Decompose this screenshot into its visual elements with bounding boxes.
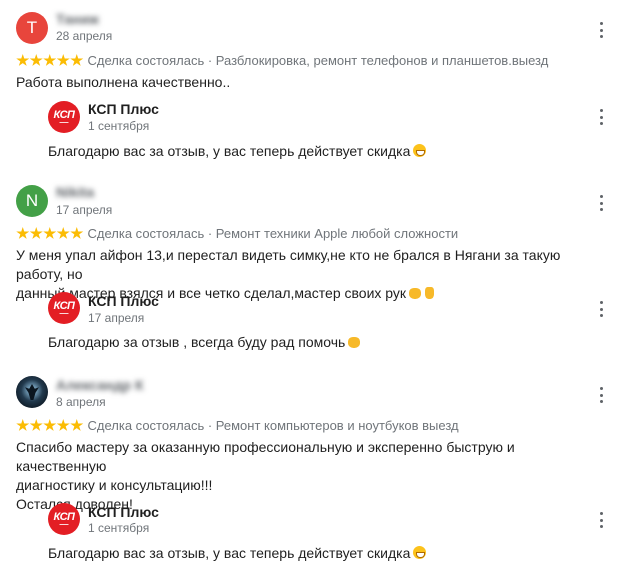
reply-more-options-icon[interactable] xyxy=(598,512,604,528)
review-text-line: Работа выполнена качественно.. xyxy=(16,74,231,90)
grinning-face-icon xyxy=(413,144,427,157)
business-logo[interactable]: КСП ▬▬▬ xyxy=(48,503,80,535)
review-text-line: Спасибо мастеру за оказанную профессиона… xyxy=(16,439,515,474)
star-icon xyxy=(56,419,70,431)
review-text-line: У меня упал айфон 13,и перестал видеть с… xyxy=(16,247,561,282)
separator-dot: · xyxy=(204,226,216,241)
star-icon xyxy=(70,54,84,66)
reply-date: 1 сентября xyxy=(88,521,150,535)
star-icon xyxy=(70,227,84,239)
business-logo[interactable]: КСП ▬▬▬ xyxy=(48,101,80,133)
reply-text: Благодарю вас за отзыв, у вас теперь дей… xyxy=(48,545,427,561)
service-name: Ремонт компьютеров и ноутбуков выезд xyxy=(215,418,459,433)
avatar-letter: Т xyxy=(26,18,38,37)
more-options-icon[interactable] xyxy=(598,387,604,403)
avatar[interactable]: Т xyxy=(16,12,48,44)
avatar[interactable]: N xyxy=(16,185,48,217)
author-name[interactable]: Александр К xyxy=(56,377,144,393)
rating-line: Сделка состоялась · Ремонт техники Apple… xyxy=(16,226,458,241)
logo-subtext-graphic: ▬▬▬ xyxy=(59,119,69,124)
star-icon xyxy=(43,54,57,66)
review-text-line: диагностику и консультацию!!! xyxy=(16,477,213,493)
star-icon xyxy=(70,419,84,431)
grinning-face-icon xyxy=(413,546,427,559)
separator-dot: · xyxy=(204,418,216,433)
reply-text-content: Благодарю за отзыв , всегда буду рад пом… xyxy=(48,334,346,350)
review-text: Спасибо мастеру за оказанную профессиона… xyxy=(16,438,601,514)
star-rating xyxy=(16,227,84,240)
deal-status: Сделка состоялась xyxy=(87,226,205,241)
author-name[interactable]: Таниж xyxy=(56,11,99,27)
profile-photo-icon xyxy=(25,384,39,400)
review-date: 8 апреля xyxy=(56,395,106,409)
star-rating xyxy=(16,54,84,67)
business-logo[interactable]: КСП ▬▬▬ xyxy=(48,292,80,324)
rating-line: Сделка состоялась · Разблокировка, ремон… xyxy=(16,53,548,68)
reply-date: 17 апреля xyxy=(88,311,145,325)
rating-line: Сделка состоялась · Ремонт компьютеров и… xyxy=(16,418,459,433)
avatar[interactable] xyxy=(16,376,48,408)
star-icon xyxy=(43,227,57,239)
reply-text: Благодарю за отзыв , всегда буду рад пом… xyxy=(48,334,361,350)
star-icon xyxy=(56,227,70,239)
review-date: 17 апреля xyxy=(56,203,113,217)
star-icon xyxy=(29,54,43,66)
star-icon xyxy=(43,419,57,431)
logo-subtext-graphic: ▬▬▬ xyxy=(59,521,69,526)
avatar-letter: N xyxy=(25,191,39,210)
review-date: 28 апреля xyxy=(56,29,113,43)
star-icon xyxy=(29,227,43,239)
logo-subtext-graphic: ▬▬▬ xyxy=(59,310,69,315)
author-name[interactable]: Nikita xyxy=(56,184,94,200)
star-icon xyxy=(16,54,30,66)
star-icon xyxy=(16,227,30,239)
separator-dot: · xyxy=(204,53,216,68)
reply-more-options-icon[interactable] xyxy=(598,301,604,317)
reply-author[interactable]: КСП Плюс xyxy=(88,504,159,520)
more-options-icon[interactable] xyxy=(598,195,604,211)
reply-author[interactable]: КСП Плюс xyxy=(88,101,159,117)
star-icon xyxy=(16,419,30,431)
service-name: Ремонт техники Apple любой сложности xyxy=(215,226,459,241)
reply-more-options-icon[interactable] xyxy=(598,109,604,125)
star-rating xyxy=(16,419,84,432)
reply-author[interactable]: КСП Плюс xyxy=(88,293,159,309)
service-name: Разблокировка, ремонт телефонов и планше… xyxy=(215,53,549,68)
more-options-icon[interactable] xyxy=(598,22,604,38)
review-text: Работа выполнена качественно.. xyxy=(16,73,601,92)
star-icon xyxy=(29,419,43,431)
star-icon xyxy=(56,54,70,66)
deal-status: Сделка состоялась xyxy=(87,53,205,68)
reply-date: 1 сентября xyxy=(88,119,150,133)
reply-text-content: Благодарю вас за отзыв, у вас теперь дей… xyxy=(48,143,411,159)
deal-status: Сделка состоялась xyxy=(87,418,205,433)
reply-text: Благодарю вас за отзыв, у вас теперь дей… xyxy=(48,143,427,159)
handshake-icon xyxy=(409,288,422,299)
handshake-icon xyxy=(348,337,361,348)
thumbs-up-icon xyxy=(425,287,435,299)
reply-text-content: Благодарю вас за отзыв, у вас теперь дей… xyxy=(48,545,411,561)
